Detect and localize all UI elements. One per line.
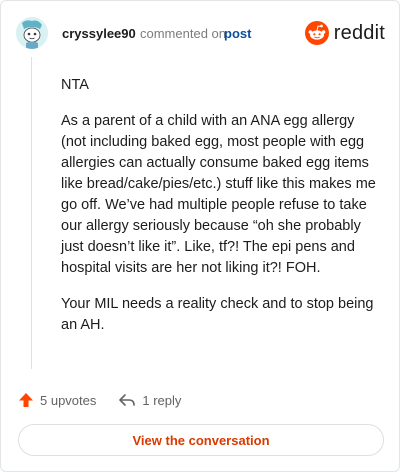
upvote-arrow-icon (19, 393, 33, 407)
reddit-logo-icon (304, 21, 329, 45)
reddit-brand[interactable]: reddit (304, 19, 385, 47)
upvote-count: 5 upvotes (40, 392, 97, 408)
reply-count: 1 reply (142, 392, 182, 408)
snoo-avatar-icon (16, 17, 48, 49)
user-avatar[interactable] (16, 17, 48, 49)
comment-paragraph: NTA (61, 77, 89, 93)
post-link[interactable]: post (224, 26, 251, 41)
reply-action[interactable]: 1 reply (118, 392, 181, 408)
commented-on-text: commented on (140, 26, 226, 41)
reply-arrow-icon (119, 394, 136, 406)
comment-author[interactable]: cryssylee90 (62, 26, 136, 41)
comment-header: cryssylee90 commented on post reddit (16, 13, 385, 53)
comment-paragraph: As a parent of a child with an ANA egg a… (61, 113, 376, 276)
view-conversation-button[interactable]: View the conversation (18, 424, 384, 456)
reddit-wordmark: reddit (333, 21, 385, 44)
comment-body: NTA As a parent of a child with an ANA e… (61, 75, 376, 351)
comment-embed-card: cryssylee90 commented on post reddit NTA… (0, 0, 400, 472)
upvote-action[interactable]: 5 upvotes (18, 392, 96, 408)
comment-actions: 5 upvotes 1 reply (18, 389, 181, 411)
thread-line (31, 57, 32, 369)
comment-paragraph: Your MIL needs a reality check and to st… (61, 296, 374, 333)
